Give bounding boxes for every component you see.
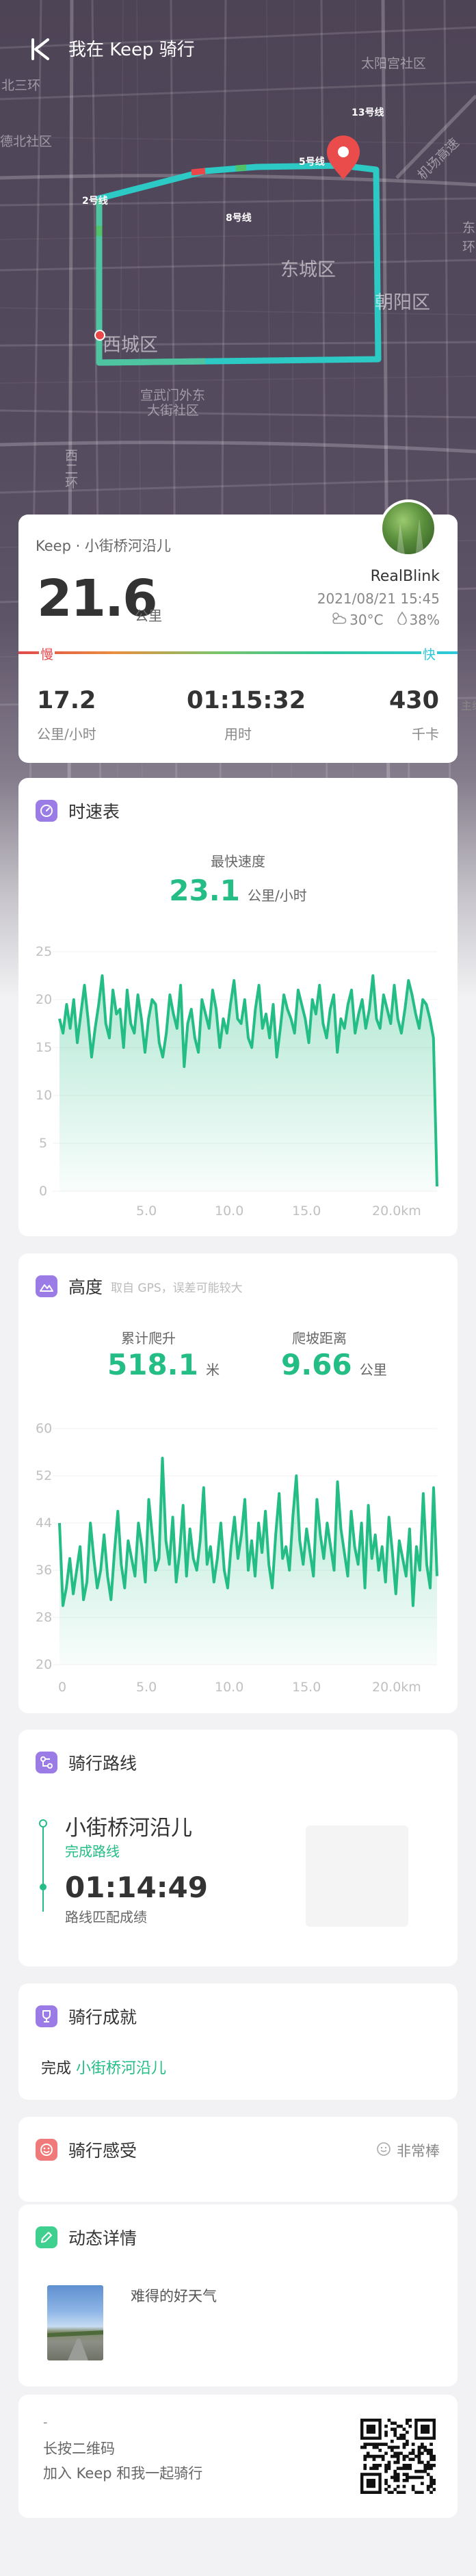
map-label: 德北社区: [0, 134, 53, 149]
timeline-start-dot: [39, 1819, 47, 1827]
footer-line1: 长按二维码: [43, 2441, 115, 2457]
map-label: 2号线: [82, 196, 108, 207]
achievement-route[interactable]: 小街桥河沿儿: [76, 2060, 166, 2077]
footer-line2: 加入 Keep 和我一起骑行: [43, 2465, 203, 2482]
moment-text: 难得的好天气: [131, 2288, 217, 2304]
keep-logo-icon[interactable]: [27, 36, 55, 63]
map-label: 环: [462, 239, 476, 255]
achievement-section-header: 骑行成就: [36, 2004, 137, 2029]
qr-code[interactable]: [360, 2419, 436, 2494]
x-tick: 15.0: [292, 1680, 321, 1695]
moment-card[interactable]: 动态详情 难得的好天气: [18, 2204, 458, 2386]
map-label: 5号线: [299, 157, 325, 168]
map-label: 东: [462, 220, 476, 235]
ride-datetime: 2021/08/21 15:45: [317, 590, 440, 607]
map-label: 东城区: [280, 259, 336, 281]
moment-title: 动态详情: [68, 2228, 137, 2248]
route-section-header: 骑行路线: [36, 1750, 137, 1775]
route-status: 完成路线: [65, 1843, 120, 1860]
speed-gradient-bar: [18, 651, 458, 654]
cloud-sun-icon: [330, 611, 347, 628]
route-name: Keep · 小街桥河沿儿: [36, 538, 171, 554]
map-label: 主线: [461, 699, 476, 712]
map-label: 朝阳区: [375, 292, 430, 313]
x-tick: 10.0: [215, 1680, 244, 1695]
x-tick: 5.0: [136, 1204, 157, 1219]
fast-label: 快: [421, 645, 437, 663]
username: RealBlink: [370, 568, 440, 585]
temperature: 30°C: [349, 611, 384, 628]
feeling-section-header: 骑行感受: [36, 2137, 137, 2162]
map-label: 西城区: [103, 335, 158, 356]
slow-label: 慢: [39, 645, 55, 663]
x-tick: 20.0km: [372, 1204, 421, 1219]
face-icon: [36, 2139, 57, 2161]
distance-unit: 公里: [135, 608, 162, 624]
route-icon: [36, 1752, 57, 1773]
summary-card: Keep · 小街桥河沿儿 21.6 公里 RealBlink 2021/08/…: [18, 499, 458, 763]
calories-label: 千卡: [412, 726, 439, 742]
speed-chart[interactable]: [18, 778, 458, 1236]
feeling-card: 骑行感受 非常棒: [18, 2117, 458, 2202]
moment-section-header: 动态详情: [36, 2225, 137, 2250]
edit-icon: [36, 2226, 57, 2248]
map-label: 西二环: [65, 448, 79, 491]
map-label: 太阳宫社区: [361, 56, 427, 71]
timeline-end-dot: [40, 1884, 47, 1890]
moment-photo[interactable]: [47, 2285, 103, 2360]
duration-label: 用时: [224, 726, 252, 742]
weather: 30°C 38%: [330, 611, 440, 628]
achievement-text: 完成 小街桥河沿儿: [41, 2060, 167, 2077]
route-title: 骑行路线: [68, 1754, 137, 1773]
feeling-value: 非常棒: [376, 2140, 440, 2161]
elevation-card: 高度 取自 GPS，误差可能较大 累计爬升 518.1 米 爬坡距离 9.66 …: [18, 1253, 458, 1713]
route-time-label: 路线匹配成绩: [65, 1909, 147, 1925]
achievement-card[interactable]: 骑行成就 完成 小街桥河沿儿: [18, 1983, 458, 2100]
avg-speed-value: 17.2: [37, 687, 96, 714]
humidity: 38%: [409, 611, 440, 628]
x-tick: 20.0km: [372, 1680, 421, 1695]
share-footer: - 长按二维码 加入 Keep 和我一起骑行: [18, 2395, 458, 2518]
x-tick: 15.0: [292, 1204, 321, 1219]
duration-value: 01:15:32: [187, 687, 306, 714]
humidity-icon: [397, 611, 407, 628]
map-label: 北三环: [1, 78, 41, 93]
map-label: 13号线: [352, 107, 384, 118]
route-card[interactable]: 骑行路线 小街桥河沿儿 完成路线 01:14:49 路线匹配成绩: [18, 1730, 458, 1966]
route-time: 01:14:49: [65, 1871, 208, 1904]
footer-dash: -: [43, 2415, 48, 2430]
x-tick: 0: [58, 1680, 67, 1695]
avatar[interactable]: [380, 499, 437, 557]
trophy-icon: [36, 2005, 57, 2027]
elevation-chart[interactable]: [18, 1253, 458, 1713]
smile-icon: [376, 2142, 391, 2160]
route-thumbnail[interactable]: [306, 1825, 408, 1927]
avg-speed-label: 公里/小时: [37, 726, 96, 742]
map-label: 8号线: [226, 213, 252, 224]
map-label: 大街社区: [147, 403, 200, 418]
achievement-title: 骑行成就: [68, 2007, 137, 2027]
route-name[interactable]: 小街桥河沿儿: [65, 1810, 192, 1841]
speed-card: 时速表 最快速度 23.1 公里/小时 25 20 15 10 5 0 5.0 …: [18, 778, 458, 1236]
x-tick: 5.0: [136, 1680, 157, 1695]
feeling-title: 骑行感受: [68, 2141, 137, 2161]
page-title: 我在 Keep 骑行: [68, 40, 195, 60]
route-timeline: [42, 1823, 44, 1912]
calories-value: 430: [388, 687, 439, 714]
x-tick: 10.0: [215, 1204, 244, 1219]
